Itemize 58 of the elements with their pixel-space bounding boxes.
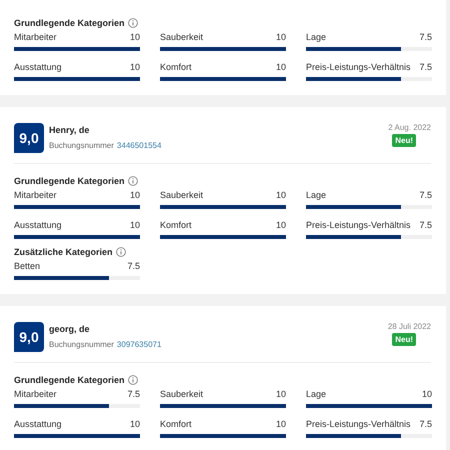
- category-label: Ausstattung: [14, 419, 62, 429]
- category-label: Preis-Leistungs-Verhältnis: [306, 62, 411, 72]
- category-score: 10: [130, 32, 140, 42]
- category-score: 10: [276, 220, 286, 230]
- category-score: 7.5: [419, 62, 432, 72]
- review-date: 2 Aug. 2022: [388, 123, 431, 132]
- category-score: 7.5: [127, 261, 140, 271]
- category-label: Komfort: [160, 220, 192, 230]
- category-label: Komfort: [160, 62, 192, 72]
- category-heading: Grundlegende Kategorien: [14, 375, 125, 385]
- category-score: 10: [130, 62, 140, 72]
- score-badge: 9,0: [14, 322, 44, 352]
- category-label: Betten: [14, 261, 40, 271]
- category-score: 7.5: [419, 32, 432, 42]
- category-label: Mitarbeiter: [14, 389, 57, 399]
- category-label: Sauberkeit: [160, 190, 204, 200]
- category-score: 7.5: [419, 220, 432, 230]
- reviewer-name: Henry, de: [49, 125, 90, 135]
- category-score: 7.5: [127, 389, 140, 399]
- category-score: 7.5: [419, 419, 432, 429]
- category-label: Sauberkeit: [160, 32, 204, 42]
- new-badge: Neu!: [392, 134, 416, 147]
- info-icon[interactable]: [116, 247, 126, 257]
- category-label: Preis-Leistungs-Verhältnis: [306, 220, 411, 230]
- category-score: 10: [276, 190, 286, 200]
- category-label: Lage: [306, 389, 326, 399]
- category-label: Ausstattung: [14, 220, 62, 230]
- category-label: Sauberkeit: [160, 389, 204, 399]
- booking-label: Buchungsnummer: [49, 141, 114, 150]
- booking-number-link[interactable]: 3097635071: [116, 340, 162, 349]
- category-heading: Zusätzliche Kategorien: [14, 247, 113, 257]
- info-icon[interactable]: [128, 375, 138, 385]
- booking-number-link[interactable]: 3446501554: [116, 141, 162, 150]
- category-label: Preis-Leistungs-Verhältnis: [306, 419, 411, 429]
- category-score: 10: [130, 220, 140, 230]
- category-label: Lage: [306, 190, 326, 200]
- category-score: 7.5: [419, 190, 432, 200]
- reviewer-name: georg, de: [49, 324, 91, 334]
- category-score: 10: [276, 62, 286, 72]
- category-heading: Grundlegende Kategorien: [14, 18, 125, 28]
- info-icon[interactable]: [128, 18, 138, 28]
- category-label: Mitarbeiter: [14, 190, 57, 200]
- category-score: 10: [276, 419, 286, 429]
- category-score: 10: [130, 419, 140, 429]
- info-icon[interactable]: [128, 176, 138, 186]
- booking-label: Buchungsnummer: [49, 340, 114, 349]
- category-score: 10: [276, 389, 286, 399]
- score-badge: 9,0: [14, 123, 44, 153]
- category-label: Mitarbeiter: [14, 32, 57, 42]
- category-label: Lage: [306, 32, 326, 42]
- review-date: 28 Juli 2022: [388, 322, 431, 331]
- category-score: 10: [276, 32, 286, 42]
- category-label: Ausstattung: [14, 62, 62, 72]
- category-score: 10: [130, 190, 140, 200]
- new-badge: Neu!: [392, 333, 416, 346]
- category-label: Komfort: [160, 419, 192, 429]
- category-heading: Grundlegende Kategorien: [14, 176, 125, 186]
- category-score: 10: [422, 389, 432, 399]
